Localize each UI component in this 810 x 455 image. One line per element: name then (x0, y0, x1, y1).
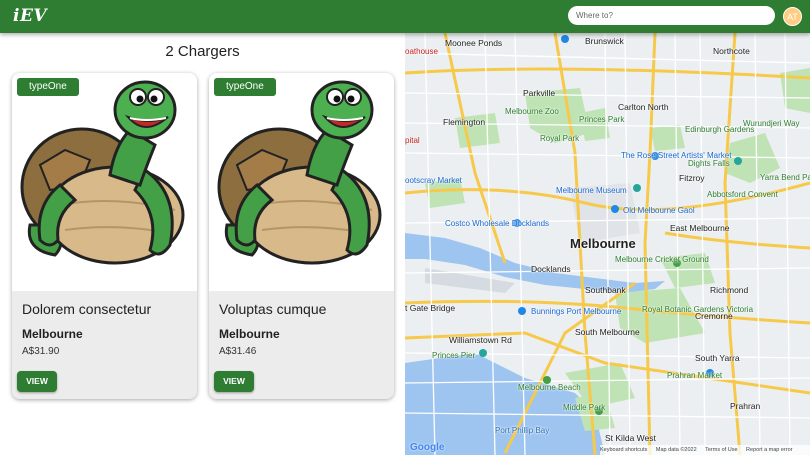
map-label: East Melbourne (670, 223, 730, 233)
map-label: Bunnings Port Melbourne (531, 307, 622, 316)
map-label: ootscray Market (405, 176, 462, 185)
map-label: Parkville (523, 88, 556, 98)
map-label: South Yarra (695, 353, 740, 363)
terms-link[interactable]: Terms of Use (705, 447, 737, 453)
map-label: Cremorne (695, 311, 733, 321)
charger-title: Dolorem consectetur (22, 301, 152, 317)
map-label: Middle Park (563, 403, 606, 412)
map-label: St Kilda West (605, 433, 656, 443)
map-label: Princes Pier (432, 351, 476, 360)
google-logo[interactable]: Google (410, 442, 444, 453)
map-footer: Keyboard shortcuts Map data ©2022 Terms … (600, 445, 810, 455)
map-label: Richmond (710, 285, 749, 295)
charger-price: A$31.90 (22, 346, 60, 357)
map-label: t Gate Bridge (405, 303, 456, 313)
list-title: 2 Chargers (165, 43, 240, 60)
map-label: Carlton North (618, 102, 669, 112)
charger-city: Melbourne (219, 327, 280, 341)
turtle-illustration (20, 80, 185, 265)
map-label: Costco Wholesale Docklands (445, 219, 550, 228)
charger-city: Melbourne (22, 327, 83, 341)
map-label: South Melbourne (575, 327, 640, 337)
keyboard-shortcuts-link[interactable]: Keyboard shortcuts (600, 447, 647, 453)
charger-price: A$31.46 (219, 346, 257, 357)
charger-list: 2 Chargers typeOne Dolorem consectetur M… (0, 33, 405, 455)
map-panel[interactable]: Moonee Ponds Brunswick Northcote oathous… (405, 33, 810, 455)
map-label: Docklands (531, 264, 571, 274)
map-label: Flemington (443, 117, 486, 127)
map-label: oathouse (405, 47, 438, 56)
search-input[interactable] (568, 6, 775, 25)
map-label: Abbotsford Convent (707, 190, 778, 199)
map-data-text: Map data ©2022 (655, 447, 697, 453)
map-label: Melbourne Museum (556, 186, 627, 195)
connector-type-badge: typeOne (17, 78, 79, 96)
map-label: Yarra Bend Park (760, 173, 810, 182)
map-label: Williamstown Rd (449, 335, 512, 345)
map-label: Melbourne Cricket Ground (615, 255, 709, 264)
view-button[interactable]: VIEW (17, 371, 57, 392)
map-label: Port Phillip Bay (495, 426, 550, 435)
view-button[interactable]: VIEW (214, 371, 254, 392)
report-error-link[interactable]: Report a map error (746, 447, 792, 453)
map-label: Wurundjeri Way (743, 119, 800, 128)
user-avatar[interactable]: AT (783, 7, 802, 26)
map-label: Old Melbourne Gaol (623, 206, 695, 215)
map-label: Royal Park (540, 134, 580, 143)
map-label: Prahran Market (667, 371, 723, 380)
charger-card[interactable]: typeOne Voluptas cumque Melbourne A$31.4… (209, 73, 394, 399)
map-label: Southbank (585, 285, 626, 295)
map-label-city: Melbourne (570, 236, 636, 251)
app-logo[interactable]: iEV (13, 6, 47, 26)
map-label: Melbourne Zoo (505, 107, 559, 116)
app-bar: iEV AT (0, 0, 810, 33)
charger-card[interactable]: typeOne Dolorem consectetur Melbourne A$… (12, 73, 197, 399)
map-label: Moonee Ponds (445, 38, 503, 48)
map-label: Brunswick (585, 36, 624, 46)
card-body: Dolorem consectetur Melbourne A$31.90 VI… (12, 291, 197, 399)
charger-image (209, 73, 394, 291)
map-label: The Rose Street Artists' Market (621, 151, 732, 160)
turtle-illustration (217, 80, 382, 265)
map-label: Princes Park (579, 115, 625, 124)
card-body: Voluptas cumque Melbourne A$31.46 VIEW (209, 291, 394, 399)
charger-title: Voluptas cumque (219, 301, 327, 317)
charger-image (12, 73, 197, 291)
connector-type-badge: typeOne (214, 78, 276, 96)
map-label: Fitzroy (679, 173, 705, 183)
map-label: Melbourne Beach (518, 383, 581, 392)
map-label: pital (405, 136, 420, 145)
map-label: Dights Falls (688, 159, 730, 168)
map-label: Northcote (713, 46, 750, 56)
map-label: Prahran (730, 401, 761, 411)
